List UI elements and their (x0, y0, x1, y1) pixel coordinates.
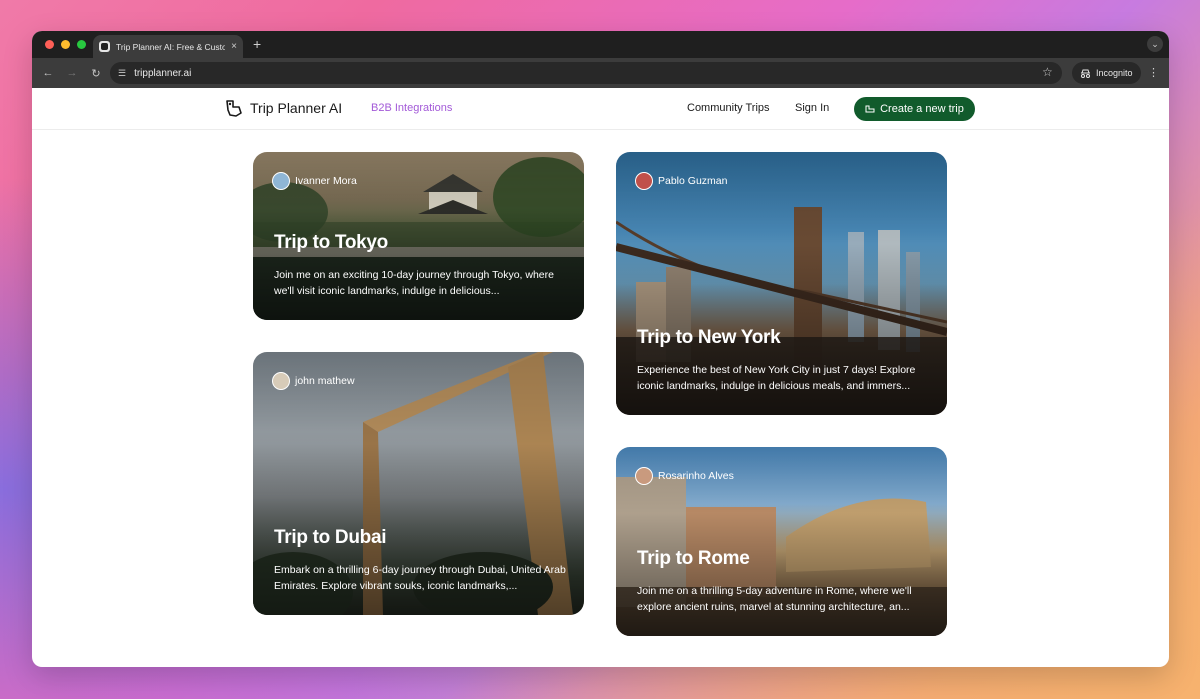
b2b-integrations-link[interactable]: B2B Integrations (371, 102, 452, 114)
window-controls (45, 40, 86, 49)
card-description: Experience the best of New York City in … (637, 364, 916, 392)
avatar (272, 172, 290, 190)
author-name: Rosarinho Alves (658, 470, 734, 482)
sign-in-link[interactable]: Sign In (795, 102, 829, 114)
close-window-button[interactable] (45, 40, 54, 49)
card-title: Trip to Rome (637, 548, 750, 569)
site-header: Trip Planner AI B2B Integrations Communi… (32, 88, 1169, 130)
tab-search-button[interactable]: ⌄ (1147, 36, 1163, 52)
avatar (635, 172, 653, 190)
incognito-label: Incognito (1096, 68, 1133, 78)
author-name: Ivanner Mora (295, 175, 357, 187)
card-author: john mathew (272, 372, 355, 390)
forward-icon[interactable]: → (60, 67, 84, 80)
author-name: john mathew (295, 375, 355, 387)
trip-card-new-york[interactable]: Pablo Guzman Trip to New York Experience… (616, 152, 947, 415)
browser-menu-icon[interactable]: ⋮ (1148, 66, 1159, 79)
incognito-badge[interactable]: Incognito (1072, 62, 1141, 84)
trip-icon (865, 105, 875, 113)
create-new-trip-button[interactable]: Create a new trip (854, 97, 975, 121)
card-title: Trip to Tokyo (274, 232, 388, 253)
favicon-icon (99, 41, 110, 52)
bookmark-star-icon[interactable]: ☆ (1042, 65, 1053, 79)
site-settings-icon[interactable]: ☰ (118, 68, 126, 79)
card-description: Embark on a thrilling 6-day journey thro… (274, 564, 566, 592)
logo-text: Trip Planner AI (250, 100, 343, 116)
browser-toolbar: ← → ↻ ☰ tripplanner.ai ☆ Incognito ⋮ (32, 58, 1169, 88)
tab-strip: Trip Planner AI: Free & Custo × + ⌄ (32, 31, 1169, 58)
card-title: Trip to New York (637, 327, 781, 348)
create-new-trip-label: Create a new trip (880, 103, 964, 115)
card-author: Rosarinho Alves (635, 467, 734, 485)
trip-card-dubai[interactable]: john mathew Trip to Dubai Embark on a th… (253, 352, 584, 615)
browser-window: Trip Planner AI: Free & Custo × + ⌄ ← → … (32, 31, 1169, 667)
minimize-window-button[interactable] (61, 40, 70, 49)
new-tab-button[interactable]: + (253, 36, 261, 52)
tab-title: Trip Planner AI: Free & Custo (116, 41, 226, 52)
address-bar[interactable]: ☰ tripplanner.ai (110, 62, 1062, 84)
reload-icon[interactable]: ↻ (84, 67, 108, 80)
back-icon[interactable]: ← (36, 67, 60, 80)
browser-tab[interactable]: Trip Planner AI: Free & Custo × (93, 35, 243, 58)
card-description: Join me on a thrilling 5-day adventure i… (637, 585, 912, 613)
card-description: Join me on an exciting 10-day journey th… (274, 269, 554, 297)
trip-card-rome[interactable]: Rosarinho Alves Trip to Rome Join me on … (616, 447, 947, 636)
community-trips-link[interactable]: Community Trips (687, 102, 770, 114)
trip-card-tokyo[interactable]: Ivanner Mora Trip to Tokyo Join me on an… (253, 152, 584, 320)
card-title: Trip to Dubai (274, 527, 387, 548)
card-author: Pablo Guzman (635, 172, 727, 190)
tab-close-icon[interactable]: × (231, 41, 237, 52)
url-text: tripplanner.ai (134, 67, 192, 79)
logo-icon (226, 100, 242, 117)
avatar (635, 467, 653, 485)
site-logo[interactable]: Trip Planner AI (224, 98, 342, 118)
card-author: Ivanner Mora (272, 172, 357, 190)
author-name: Pablo Guzman (658, 175, 728, 187)
maximize-window-button[interactable] (77, 40, 86, 49)
incognito-icon (1081, 69, 1090, 78)
avatar (272, 372, 290, 390)
